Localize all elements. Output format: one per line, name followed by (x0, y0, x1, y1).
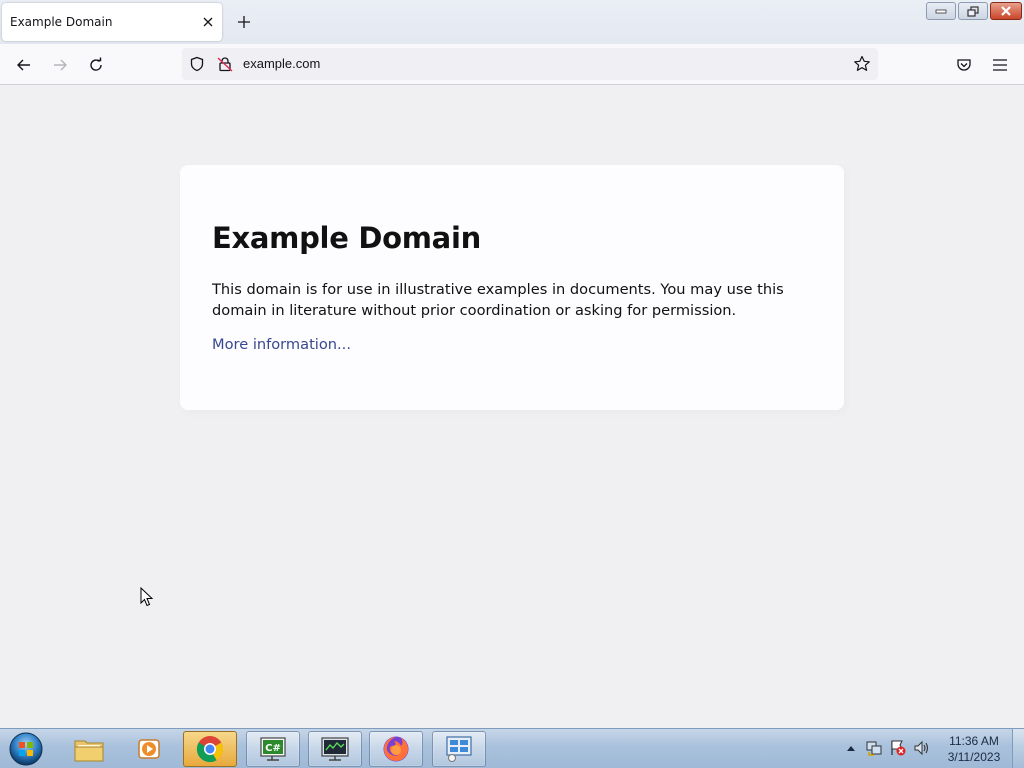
address-bar[interactable]: example.com (182, 48, 878, 80)
mouse-cursor-icon (140, 587, 154, 607)
tray-volume[interactable] (913, 737, 931, 759)
taskbar-control-panel[interactable] (432, 731, 486, 767)
tray-action-center[interactable] (889, 737, 907, 759)
page-viewport: Example Domain This domain is for use in… (0, 85, 1024, 728)
plus-icon (238, 16, 250, 28)
new-tab-button[interactable] (232, 10, 256, 34)
arrow-left-icon (17, 59, 30, 71)
arrow-right-icon (54, 59, 67, 71)
reload-icon (90, 57, 102, 71)
page-description: This domain is for use in illustrative e… (212, 281, 784, 319)
tracking-protection-shield-icon[interactable] (187, 54, 207, 74)
hamburger-menu-icon (993, 59, 1007, 71)
chrome-icon (196, 736, 224, 763)
insecure-lock-icon[interactable] (215, 54, 235, 74)
more-information-link[interactable]: More information... (212, 336, 351, 353)
page-title: Example Domain (212, 221, 481, 255)
control-panel-icon (446, 736, 472, 762)
close-icon (203, 17, 213, 27)
monitor-icon (321, 737, 349, 761)
app-menu-button[interactable] (985, 50, 1015, 80)
clock-time: 11:36 AM (949, 734, 999, 748)
pocket-icon (957, 59, 971, 71)
close-window-button[interactable] (990, 2, 1022, 20)
action-center-flag-icon (891, 740, 906, 756)
csharp-icon: C# (260, 737, 286, 761)
taskbar: C# 11:36 AM 3/11/2023 (0, 728, 1024, 768)
clock-date: 3/11/2023 (947, 750, 1001, 764)
show-hidden-icons-button[interactable] (842, 737, 860, 759)
close-tab-button[interactable] (196, 10, 220, 34)
tab-strip: Example Domain (0, 0, 1024, 44)
chevron-up-icon (847, 746, 855, 751)
taskbar-windows-explorer[interactable] (62, 731, 116, 767)
speaker-volume-icon (914, 740, 929, 756)
content-card: Example Domain This domain is for use in… (180, 165, 844, 410)
tab-title: Example Domain (10, 15, 113, 29)
svg-text:C#: C# (265, 743, 281, 754)
folder-icon (74, 740, 104, 762)
restore-window-button[interactable] (958, 2, 988, 20)
forward-button[interactable] (45, 50, 75, 80)
system-clock[interactable]: 11:36 AM 3/11/2023 (940, 733, 1008, 765)
minimize-window-button[interactable] (926, 2, 956, 20)
taskbar-csharp-ide[interactable]: C# (246, 731, 300, 767)
bookmark-star-icon[interactable] (852, 54, 872, 74)
tray-network[interactable] (865, 737, 883, 759)
minimize-icon (935, 9, 947, 14)
taskbar-firefox[interactable] (369, 731, 423, 767)
tab-example-domain[interactable]: Example Domain (2, 3, 222, 41)
navigation-toolbar: example.com (0, 44, 1024, 85)
firefox-icon (383, 736, 409, 762)
media-player-icon (138, 739, 160, 759)
url-text[interactable]: example.com (243, 56, 320, 71)
show-desktop-button[interactable] (1012, 729, 1024, 768)
back-button[interactable] (9, 50, 39, 80)
taskbar-media-player[interactable] (122, 731, 176, 767)
restore-icon (967, 5, 979, 17)
taskbar-chrome[interactable] (183, 731, 237, 767)
reload-button[interactable] (81, 50, 111, 80)
pocket-button[interactable] (949, 50, 979, 80)
close-icon (1001, 6, 1011, 16)
start-button[interactable] (6, 730, 46, 768)
taskbar-task-manager[interactable] (308, 731, 362, 767)
network-icon (866, 741, 882, 756)
windows-start-orb-icon (9, 732, 43, 766)
